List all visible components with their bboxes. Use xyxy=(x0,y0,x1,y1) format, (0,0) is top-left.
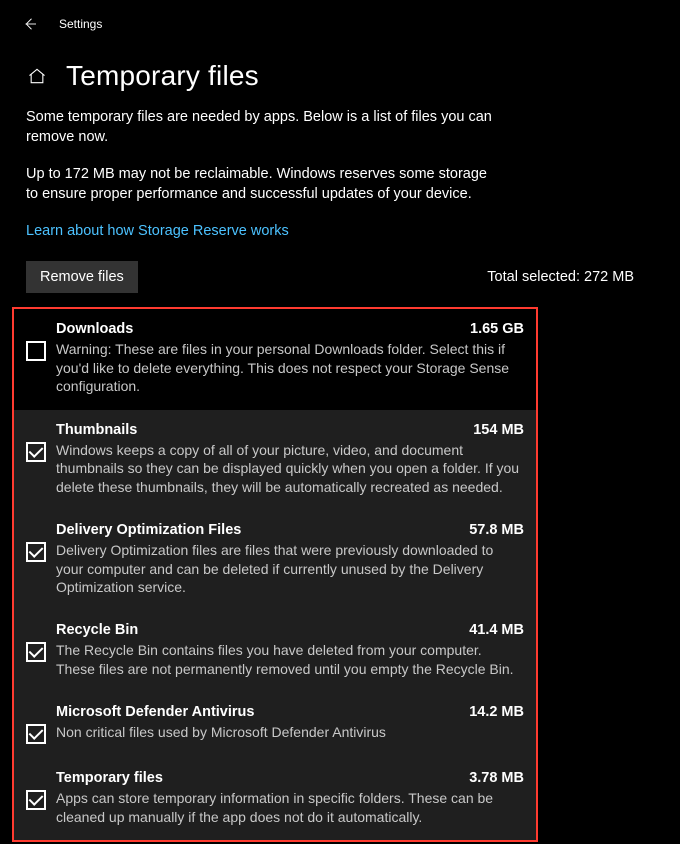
arrow-left-icon xyxy=(21,15,39,33)
remove-files-button[interactable]: Remove files xyxy=(26,261,138,293)
checkbox-downloads[interactable] xyxy=(26,341,46,361)
item-description: Warning: These are files in your persona… xyxy=(56,340,524,395)
list-item[interactable]: Temporary files 3.78 MB Apps can store t… xyxy=(14,758,536,840)
item-size: 3.78 MB xyxy=(457,770,524,786)
intro-text-2: Up to 172 MB may not be reclaimable. Win… xyxy=(26,165,494,204)
item-size: 57.8 MB xyxy=(457,522,524,538)
intro-text-1: Some temporary files are needed by apps.… xyxy=(26,108,494,147)
list-item[interactable]: Microsoft Defender Antivirus 14.2 MB Non… xyxy=(14,692,536,758)
item-title: Temporary files xyxy=(56,770,163,786)
total-selected-label: Total selected: 272 MB xyxy=(487,269,634,285)
item-description: Apps can store temporary information in … xyxy=(56,789,524,826)
page-header: Temporary files xyxy=(0,44,680,108)
page-title: Temporary files xyxy=(66,60,259,92)
item-title: Thumbnails xyxy=(56,422,137,438)
checkbox-thumbnails[interactable] xyxy=(26,442,46,462)
checkbox-recycle-bin[interactable] xyxy=(26,642,46,662)
item-size: 14.2 MB xyxy=(457,704,524,720)
file-list-highlight: Downloads 1.65 GB Warning: These are fil… xyxy=(12,307,538,842)
title-bar: Settings xyxy=(0,0,680,44)
item-size: 41.4 MB xyxy=(457,622,524,638)
checkbox-temporary-files[interactable] xyxy=(26,790,46,810)
checkbox-delivery-optimization[interactable] xyxy=(26,542,46,562)
item-title: Recycle Bin xyxy=(56,622,138,638)
item-description: Non critical files used by Microsoft Def… xyxy=(56,723,524,741)
checkbox-defender-antivirus[interactable] xyxy=(26,724,46,744)
item-size: 1.65 GB xyxy=(458,321,524,337)
storage-reserve-link[interactable]: Learn about how Storage Reserve works xyxy=(26,223,289,239)
list-item[interactable]: Downloads 1.65 GB Warning: These are fil… xyxy=(14,309,536,409)
item-size: 154 MB xyxy=(461,422,524,438)
item-title: Delivery Optimization Files xyxy=(56,522,241,538)
back-button[interactable] xyxy=(15,9,45,39)
item-title: Microsoft Defender Antivirus xyxy=(56,704,254,720)
item-description: Windows keeps a copy of all of your pict… xyxy=(56,441,524,496)
list-item[interactable]: Delivery Optimization Files 57.8 MB Deli… xyxy=(14,510,536,610)
list-item[interactable]: Recycle Bin 41.4 MB The Recycle Bin cont… xyxy=(14,610,536,692)
item-description: The Recycle Bin contains files you have … xyxy=(56,641,524,678)
item-title: Downloads xyxy=(56,321,133,337)
item-description: Delivery Optimization files are files th… xyxy=(56,541,524,596)
list-item[interactable]: Thumbnails 154 MB Windows keeps a copy o… xyxy=(14,410,536,510)
home-icon[interactable] xyxy=(26,65,48,87)
app-title: Settings xyxy=(59,17,102,31)
